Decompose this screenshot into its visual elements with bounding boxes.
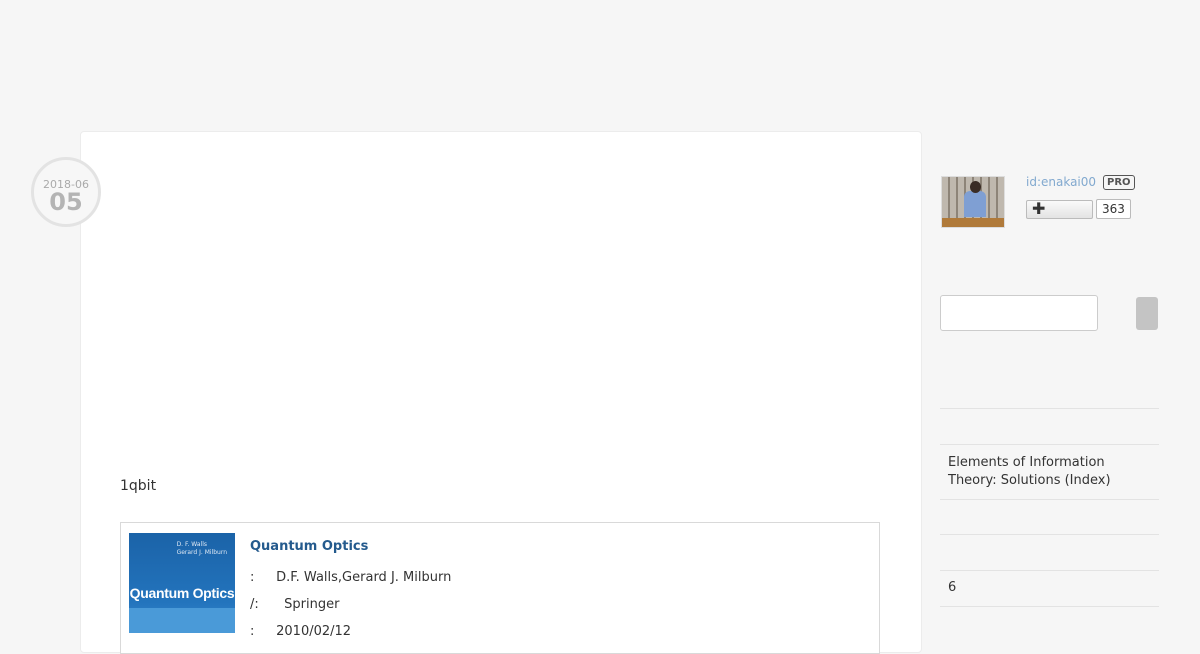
book-cover-title: Quantum Optics bbox=[129, 585, 235, 601]
book-publisher-value: Springer bbox=[284, 597, 340, 612]
book-publisher-label: /: bbox=[250, 597, 259, 612]
book-title-link[interactable]: Quantum Optics bbox=[250, 539, 368, 554]
sidebar-divider bbox=[940, 444, 1159, 445]
search-input[interactable] bbox=[940, 295, 1098, 331]
book-card: D. F. Walls Gerard J. Milburn Quantum Op… bbox=[120, 522, 880, 654]
entry-date-day: 05 bbox=[49, 188, 83, 216]
sidebar-item-elements-of-information-theory[interactable]: Elements of Information Theory: Solution… bbox=[948, 454, 1148, 490]
plus-icon: ✚ bbox=[1032, 199, 1046, 218]
sidebar-divider bbox=[940, 606, 1159, 607]
sidebar-divider bbox=[940, 408, 1159, 409]
book-author-value: D.F. Walls,Gerard J. Milburn bbox=[276, 570, 452, 585]
book-date-value: 2010/02/12 bbox=[276, 624, 352, 639]
sidebar-divider bbox=[940, 570, 1159, 571]
avatar[interactable] bbox=[941, 176, 1005, 228]
book-author-label: : bbox=[250, 570, 255, 585]
search-button[interactable] bbox=[1136, 297, 1158, 330]
book-date-row: : 2010/02/12 bbox=[250, 624, 351, 639]
book-cover-image[interactable]: D. F. Walls Gerard J. Milburn Quantum Op… bbox=[129, 533, 235, 633]
book-cover-band bbox=[129, 608, 235, 633]
sidebar-divider bbox=[940, 534, 1159, 535]
book-publisher-row: /: Springer bbox=[250, 597, 339, 612]
book-author-row: : D.F. Walls,Gerard J. Milburn bbox=[250, 570, 451, 585]
follow-button[interactable]: ✚ bbox=[1026, 199, 1093, 219]
book-date-label: : bbox=[250, 624, 255, 639]
follower-count[interactable]: 363 bbox=[1096, 199, 1131, 219]
sidebar-item-6[interactable]: 6 bbox=[948, 579, 1148, 597]
user-id-link[interactable]: id:enakai00 bbox=[1026, 175, 1096, 189]
sidebar-divider bbox=[940, 499, 1159, 500]
entry-date-badge: 2018-06 05 bbox=[31, 157, 101, 227]
book-cover-authors: D. F. Walls Gerard J. Milburn bbox=[176, 541, 227, 556]
pro-badge: PRO bbox=[1103, 175, 1135, 190]
entry-body-text: 1qbit bbox=[120, 478, 157, 494]
